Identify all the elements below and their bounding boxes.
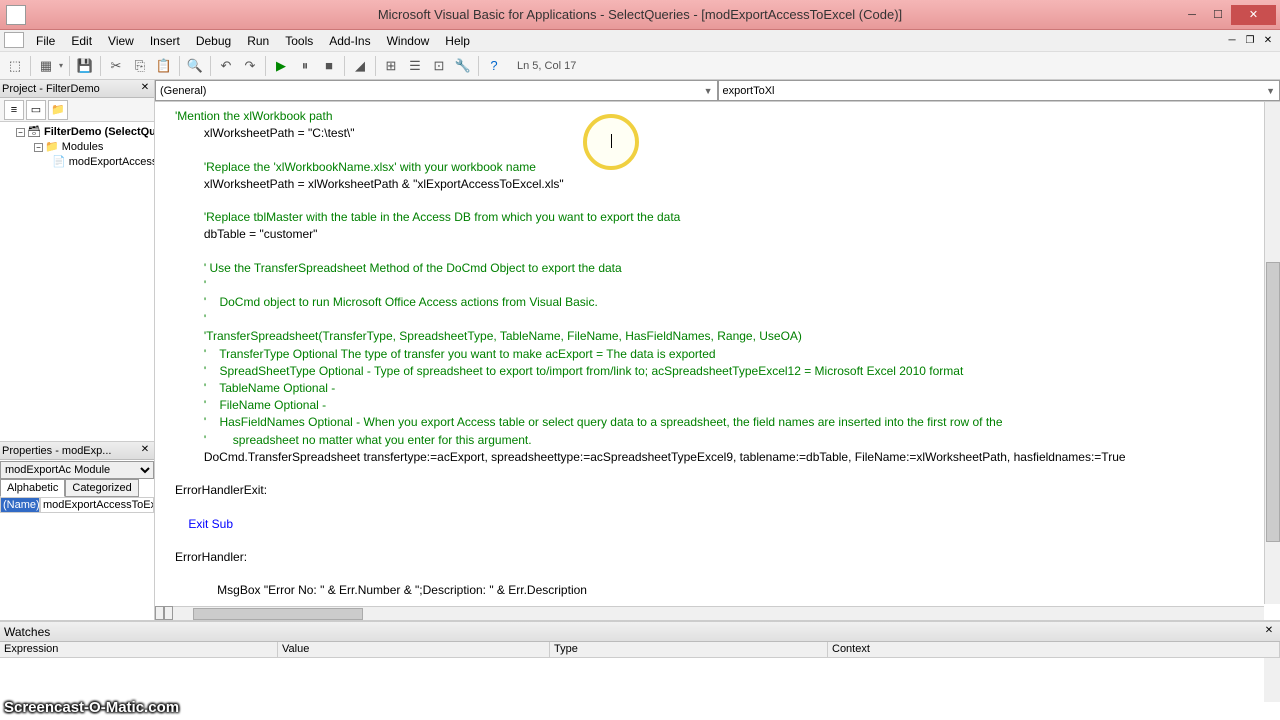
property-name-label: (Name) bbox=[0, 497, 40, 513]
paste-button[interactable]: 📋 bbox=[153, 55, 175, 77]
close-button[interactable]: ✕ bbox=[1231, 5, 1276, 25]
tree-modules-folder[interactable]: −📁 Modules bbox=[2, 139, 152, 154]
vba-icon bbox=[4, 32, 24, 48]
app-icon bbox=[6, 5, 26, 25]
cursor-position: Ln 5, Col 17 bbox=[517, 60, 576, 72]
menubar: File Edit View Insert Debug Run Tools Ad… bbox=[0, 30, 1280, 52]
design-mode-button[interactable]: ◢ bbox=[349, 55, 371, 77]
properties-panel-close-button[interactable]: ✕ bbox=[138, 444, 152, 458]
watches-col-expression[interactable]: Expression bbox=[0, 642, 278, 657]
watches-scrollbar[interactable] bbox=[1264, 658, 1280, 702]
watches-panel: Watches ✕ Expression Value Type Context bbox=[0, 620, 1280, 702]
menu-insert[interactable]: Insert bbox=[142, 32, 188, 50]
watches-list[interactable] bbox=[0, 658, 1280, 702]
copy-button[interactable]: ⎘ bbox=[129, 55, 151, 77]
toolbar: ⬚ ▦▾ 💾 ✂ ⎘ 📋 🔍 ↶ ↷ ▶ ⏸ ■ ◢ ⊞ ☰ ⊡ 🔧 ? Ln … bbox=[0, 52, 1280, 80]
window-title: Microsoft Visual Basic for Applications … bbox=[378, 7, 902, 22]
watermark: Screencast-O-Matic.com bbox=[4, 699, 179, 716]
insert-module-button[interactable]: ▦ bbox=[35, 55, 57, 77]
cut-button[interactable]: ✂ bbox=[105, 55, 127, 77]
menu-help[interactable]: Help bbox=[437, 32, 478, 50]
view-object-button[interactable]: ▭ bbox=[26, 100, 46, 120]
undo-button[interactable]: ↶ bbox=[215, 55, 237, 77]
project-panel-title: Project - FilterDemo bbox=[2, 83, 100, 95]
vertical-scrollbar[interactable] bbox=[1264, 102, 1280, 604]
properties-panel-header: Properties - modExp... ✕ bbox=[0, 442, 154, 460]
project-panel-header: Project - FilterDemo ✕ bbox=[0, 80, 154, 98]
text-cursor bbox=[611, 134, 612, 148]
mdi-minimize-button[interactable]: ─ bbox=[1224, 34, 1240, 48]
maximize-button[interactable]: ☐ bbox=[1205, 5, 1231, 25]
save-button[interactable]: 💾 bbox=[74, 55, 96, 77]
property-name-value[interactable]: modExportAccessToExce bbox=[40, 497, 154, 513]
tree-project-root[interactable]: −🗃 FilterDemo (SelectQueri bbox=[2, 124, 152, 139]
procedure-view-button[interactable] bbox=[155, 606, 164, 620]
find-button[interactable]: 🔍 bbox=[184, 55, 206, 77]
menu-file[interactable]: File bbox=[28, 32, 63, 50]
watches-col-context[interactable]: Context bbox=[828, 642, 1280, 657]
view-access-button[interactable]: ⬚ bbox=[4, 55, 26, 77]
toggle-folders-button[interactable]: 📁 bbox=[48, 100, 68, 120]
watches-close-button[interactable]: ✕ bbox=[1262, 625, 1276, 639]
help-button[interactable]: ? bbox=[483, 55, 505, 77]
tree-module-item[interactable]: 📄 modExportAccessTo bbox=[2, 154, 152, 169]
object-browser-button[interactable]: ⊡ bbox=[428, 55, 450, 77]
project-tree[interactable]: −🗃 FilterDemo (SelectQueri −📁 Modules 📄 … bbox=[0, 122, 154, 441]
procedure-dropdown[interactable]: exportToXl▼ bbox=[718, 80, 1280, 101]
watches-col-type[interactable]: Type bbox=[550, 642, 828, 657]
watches-col-value[interactable]: Value bbox=[278, 642, 550, 657]
run-button[interactable]: ▶ bbox=[270, 55, 292, 77]
menu-addins[interactable]: Add-Ins bbox=[321, 32, 378, 50]
watches-title: Watches bbox=[4, 625, 50, 639]
menu-edit[interactable]: Edit bbox=[63, 32, 100, 50]
properties-panel-title: Properties - modExp... bbox=[2, 445, 111, 457]
project-explorer-button[interactable]: ⊞ bbox=[380, 55, 402, 77]
horizontal-scrollbar[interactable] bbox=[173, 606, 1264, 620]
menu-window[interactable]: Window bbox=[379, 32, 438, 50]
properties-tab-alphabetic[interactable]: Alphabetic bbox=[0, 479, 65, 497]
minimize-button[interactable]: ─ bbox=[1179, 5, 1205, 25]
object-dropdown[interactable]: (General)▼ bbox=[155, 80, 718, 101]
code-editor[interactable]: 'Mention the xlWorkbook path xlWorksheet… bbox=[155, 102, 1280, 620]
mdi-restore-button[interactable]: ❐ bbox=[1242, 34, 1258, 48]
menu-run[interactable]: Run bbox=[239, 32, 277, 50]
mdi-close-button[interactable]: ✕ bbox=[1260, 34, 1276, 48]
reset-button[interactable]: ■ bbox=[318, 55, 340, 77]
menu-debug[interactable]: Debug bbox=[188, 32, 239, 50]
menu-tools[interactable]: Tools bbox=[277, 32, 321, 50]
properties-button[interactable]: ☰ bbox=[404, 55, 426, 77]
view-code-button[interactable]: ≡ bbox=[4, 100, 24, 120]
properties-object-selector[interactable]: modExportAc Module bbox=[0, 461, 154, 479]
properties-tab-categorized[interactable]: Categorized bbox=[65, 479, 138, 497]
redo-button[interactable]: ↷ bbox=[239, 55, 261, 77]
break-button[interactable]: ⏸ bbox=[294, 55, 316, 77]
menu-view[interactable]: View bbox=[100, 32, 142, 50]
titlebar: Microsoft Visual Basic for Applications … bbox=[0, 0, 1280, 30]
full-module-view-button[interactable] bbox=[164, 606, 173, 620]
toolbox-button[interactable]: 🔧 bbox=[452, 55, 474, 77]
project-panel-close-button[interactable]: ✕ bbox=[138, 82, 152, 96]
